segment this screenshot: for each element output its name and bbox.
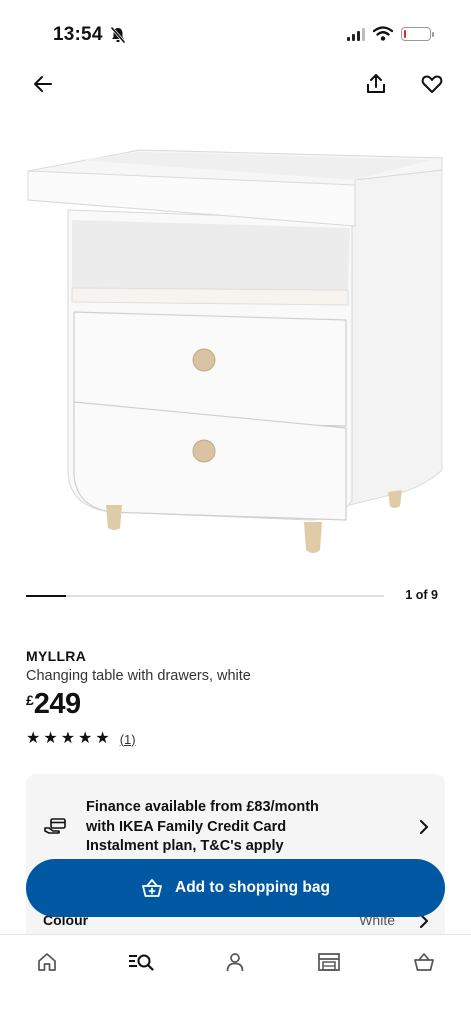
changing-table-image: [27, 149, 443, 553]
add-to-bag-button[interactable]: Add to shopping bag: [26, 859, 445, 917]
carousel-track: [26, 595, 384, 597]
star-icon: ★: [43, 730, 58, 747]
status-bar: 13:54: [0, 0, 471, 68]
finance-line: Finance available from £83/month: [86, 799, 319, 815]
carousel-progress: [26, 595, 66, 597]
share-button[interactable]: [361, 69, 391, 99]
price-currency: £: [26, 692, 34, 708]
bottom-nav: [0, 934, 471, 1024]
star-icon: ★: [26, 730, 41, 747]
credit-card-hand-icon: [44, 818, 66, 834]
wifi-icon: [373, 26, 393, 41]
favourite-button[interactable]: [417, 69, 447, 99]
arrow-left-icon: [34, 76, 52, 92]
back-button[interactable]: [28, 69, 58, 99]
product-description: Changing table with drawers, white: [26, 668, 251, 684]
product-price: £249: [26, 688, 81, 721]
price-amount: 249: [33, 688, 81, 720]
star-icon: ★: [95, 730, 110, 747]
product-rating[interactable]: ★ ★ ★ ★ ★ (1): [26, 731, 136, 747]
tab-profile[interactable]: [220, 949, 250, 975]
search-icon: [129, 954, 154, 971]
chevron-right-icon: [420, 820, 428, 834]
top-nav: [0, 66, 471, 102]
carousel-counter: 1 of 9: [405, 588, 438, 602]
finance-text: Finance available from £83/month with IK…: [86, 798, 319, 857]
star-icon: ★: [78, 730, 93, 747]
tab-shopping-bag[interactable]: [409, 949, 439, 975]
tab-search[interactable]: [126, 949, 156, 975]
product-name: MYLLRA: [26, 648, 87, 664]
battery-low-icon: [401, 26, 434, 41]
finance-offer-row[interactable]: Finance available from £83/month with IK…: [26, 794, 445, 864]
star-icon: ★: [60, 730, 76, 747]
product-image[interactable]: [20, 140, 450, 560]
home-icon: [38, 953, 56, 971]
bell-off-icon: [110, 26, 126, 44]
share-icon: [367, 74, 385, 93]
profile-icon: [226, 953, 244, 972]
shopping-bag-icon: [414, 953, 434, 971]
tab-home[interactable]: [32, 949, 62, 975]
rating-count-link[interactable]: (1): [120, 732, 136, 747]
finance-line: with IKEA Family Credit Card: [86, 818, 287, 835]
store-icon: [318, 953, 340, 971]
finance-line: Instalment plan, T&C's apply: [86, 838, 284, 854]
status-indicators: [347, 26, 434, 41]
heart-icon: [421, 75, 443, 93]
shopping-bag-add-icon: [142, 879, 162, 897]
status-time: 13:54: [53, 24, 103, 45]
image-carousel-indicator: 1 of 9: [26, 586, 446, 606]
add-to-bag-label: Add to shopping bag: [175, 879, 330, 896]
tab-store[interactable]: [314, 949, 344, 975]
cellular-signal-icon: [347, 27, 365, 41]
